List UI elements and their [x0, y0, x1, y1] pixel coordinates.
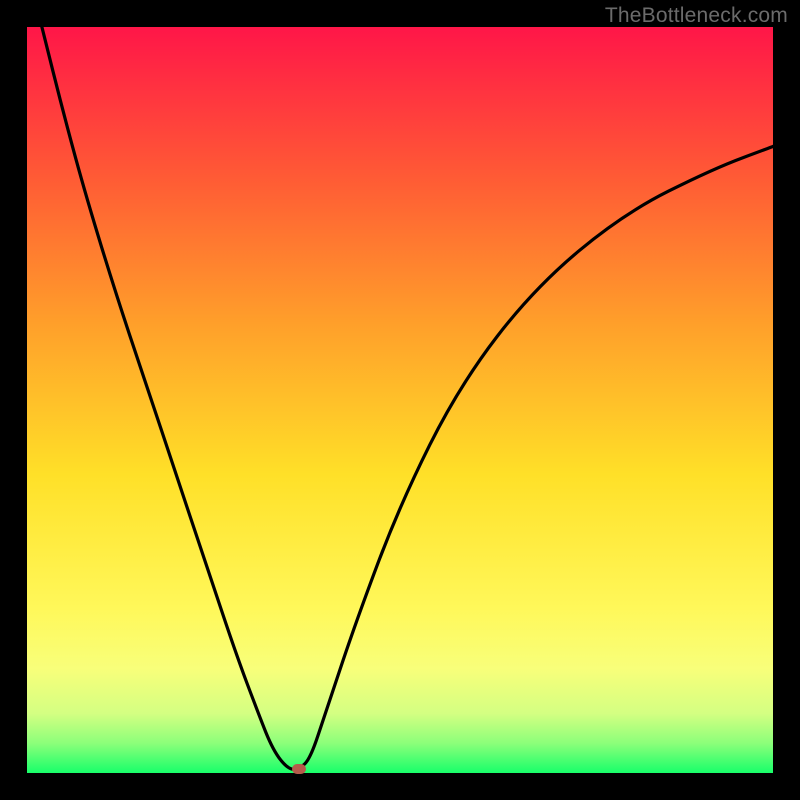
watermark-text: TheBottleneck.com	[605, 4, 788, 28]
bottleneck-curve	[42, 27, 773, 769]
optimal-point-marker	[292, 764, 306, 774]
chart-curve-svg	[27, 27, 773, 773]
chart-plot-area	[27, 27, 773, 773]
chart-frame: TheBottleneck.com	[0, 0, 800, 800]
